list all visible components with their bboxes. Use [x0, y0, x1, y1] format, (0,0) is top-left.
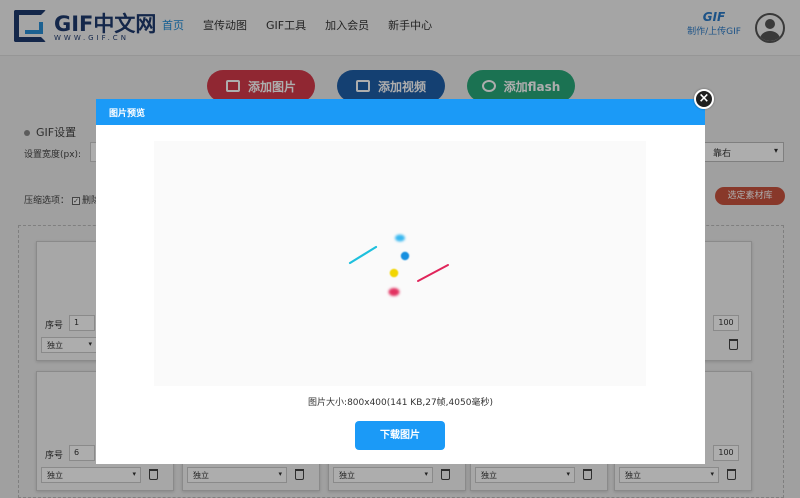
close-icon[interactable]: ×	[694, 89, 714, 109]
preview-dot-yellow	[389, 268, 399, 278]
modal-header: 图片预览	[96, 99, 705, 125]
preview-animation-frame	[348, 234, 449, 296]
image-preview-modal: 图片预览 图片大小:800x400(141 KB,27帧,4050毫秒) 下载图…	[96, 99, 705, 464]
preview-dot-red	[388, 288, 400, 296]
preview-streak-red	[417, 264, 449, 282]
download-image-button[interactable]: 下载图片	[355, 421, 445, 450]
preview-dot-blue	[400, 251, 410, 261]
preview-dot-light-blue	[395, 234, 405, 242]
preview-streak-cyan	[348, 245, 378, 265]
gif-preview-image	[154, 141, 646, 386]
modal-title: 图片预览	[109, 109, 146, 119]
image-size-info: 图片大小:800x400(141 KB,27帧,4050毫秒)	[308, 398, 493, 408]
